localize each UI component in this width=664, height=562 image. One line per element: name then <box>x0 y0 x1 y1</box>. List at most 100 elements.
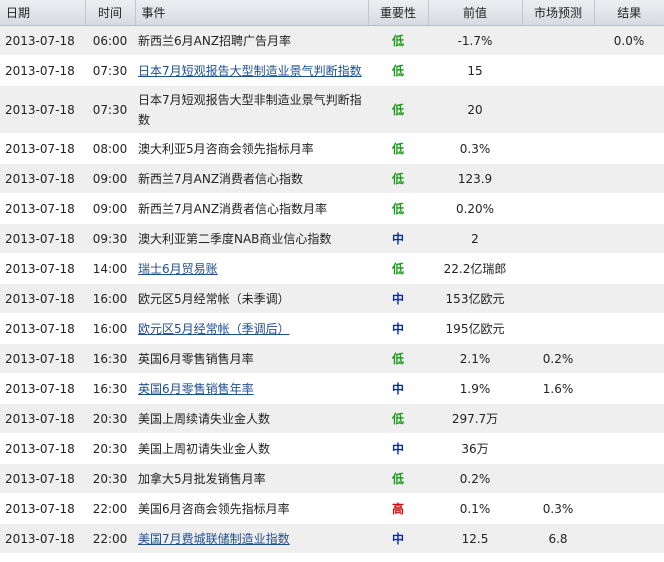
cell-event: 新西兰7月ANZ消费者信心指数 <box>135 163 368 194</box>
cell-event: 美国上周续请失业金人数 <box>135 403 368 434</box>
cell-previous: 0.1% <box>428 493 522 524</box>
cell-forecast <box>522 313 594 344</box>
cell-previous: 195亿欧元 <box>428 313 522 344</box>
cell-forecast <box>522 133 594 164</box>
cell-forecast: 6.8 <box>522 523 594 554</box>
header-importance: 重要性 <box>368 0 429 26</box>
event-link[interactable]: 英国6月零售销售年率 <box>138 382 254 396</box>
event-link[interactable]: 日本7月短观报告大型制造业景气判断指数 <box>138 64 362 78</box>
cell-date: 2013-07-18 <box>0 433 85 464</box>
importance-badge: 高 <box>368 493 428 524</box>
cell-forecast <box>522 163 594 194</box>
cell-time: 16:00 <box>85 313 135 344</box>
cell-event: 加拿大5月批发销售月率 <box>135 463 368 494</box>
cell-date: 2013-07-18 <box>0 373 85 404</box>
cell-time: 20:30 <box>85 463 135 494</box>
cell-event: 瑞士6月贸易账 <box>135 253 368 284</box>
cell-previous: 153亿欧元 <box>428 283 522 314</box>
cell-previous: 297.7万 <box>428 403 522 434</box>
event-text: 日本7月短观报告大型非制造业景气判断指数 <box>138 92 362 127</box>
table-row: 2013-07-18 22:00 美国6月咨商会领先指标月率 高 0.1% 0.3% <box>0 493 664 524</box>
cell-time: 09:00 <box>85 163 135 194</box>
event-text: 欧元区5月经常帐（未季调） <box>138 291 290 306</box>
cell-date: 2013-07-18 <box>0 163 85 194</box>
cell-forecast <box>522 403 594 434</box>
table-row: 2013-07-18 09:00 新西兰7月ANZ消费者信心指数 低 123.9 <box>0 163 664 194</box>
cell-forecast: 1.6% <box>522 373 594 404</box>
header-forecast: 市场预测 <box>522 0 595 26</box>
cell-date: 2013-07-18 <box>0 523 85 554</box>
table-row: 2013-07-18 06:00 新西兰6月ANZ招聘广告月率 低 -1.7% 0.0% <box>0 25 664 56</box>
cell-actual <box>594 313 664 344</box>
cell-time: 22:00 <box>85 493 135 524</box>
cell-date: 2013-07-18 <box>0 343 85 374</box>
importance-badge: 低 <box>368 25 428 56</box>
event-link[interactable]: 欧元区5月经常帐（季调后） <box>138 322 290 336</box>
importance-badge: 中 <box>368 433 428 464</box>
importance-badge: 低 <box>368 403 428 434</box>
cell-actual <box>594 343 664 374</box>
table-row: 2013-07-18 16:00 欧元区5月经常帐（季调后） 中 195亿欧元 <box>0 313 664 344</box>
event-text: 美国上周续请失业金人数 <box>138 411 271 426</box>
cell-date: 2013-07-18 <box>0 85 85 134</box>
cell-actual <box>594 283 664 314</box>
event-text: 澳大利亚5月咨商会领先指标月率 <box>138 141 314 156</box>
cell-event: 澳大利亚第二季度NAB商业信心指数 <box>135 223 368 254</box>
cell-forecast: 0.2% <box>522 343 594 374</box>
cell-event: 新西兰7月ANZ消费者信心指数月率 <box>135 193 368 224</box>
table-row: 2013-07-18 07:30 日本7月短观报告大型非制造业景气判断指数低 20 <box>0 85 664 134</box>
event-text: 新西兰6月ANZ招聘广告月率 <box>138 33 292 48</box>
cell-date: 2013-07-18 <box>0 283 85 314</box>
cell-date: 2013-07-18 <box>0 403 85 434</box>
header-previous: 前值 <box>428 0 523 26</box>
cell-event: 英国6月零售销售月率 <box>135 343 368 374</box>
header-event: 事件 <box>135 0 369 26</box>
cell-previous: 2 <box>428 223 522 254</box>
cell-previous: 0.20% <box>428 193 522 224</box>
cell-time: 06:00 <box>85 25 135 56</box>
event-link[interactable]: 瑞士6月贸易账 <box>138 262 218 276</box>
cell-event: 美国上周初请失业金人数 <box>135 433 368 464</box>
cell-previous: 2.1% <box>428 343 522 374</box>
cell-actual <box>594 85 664 134</box>
cell-actual: 0.0% <box>594 25 664 56</box>
cell-date: 2013-07-18 <box>0 313 85 344</box>
cell-previous: 123.9 <box>428 163 522 194</box>
cell-date: 2013-07-18 <box>0 493 85 524</box>
cell-forecast <box>522 223 594 254</box>
cell-event: 澳大利亚5月咨商会领先指标月率 <box>135 133 368 164</box>
importance-badge: 低 <box>368 253 428 284</box>
importance-badge: 中 <box>368 523 428 554</box>
cell-event: 美国6月咨商会领先指标月率 <box>135 493 368 524</box>
event-link[interactable]: 美国7月费城联储制造业指数 <box>138 532 290 546</box>
cell-event: 英国6月零售销售年率 <box>135 373 368 404</box>
cell-actual <box>594 463 664 494</box>
cell-time: 16:30 <box>85 373 135 404</box>
table-row: 2013-07-18 20:30 美国上周初请失业金人数 中 36万 <box>0 433 664 464</box>
cell-actual <box>594 163 664 194</box>
cell-date: 2013-07-18 <box>0 223 85 254</box>
cell-forecast <box>522 253 594 284</box>
importance-badge: 中 <box>368 283 428 314</box>
importance-badge: 低 <box>368 133 428 164</box>
table-row: 2013-07-18 16:00 欧元区5月经常帐（未季调） 中 153亿欧元 <box>0 283 664 314</box>
importance-badge: 低 <box>368 463 428 494</box>
cell-previous: 36万 <box>428 433 522 464</box>
table-row: 2013-07-18 20:30 加拿大5月批发销售月率 低 0.2% <box>0 463 664 494</box>
header-actual: 结果 <box>594 0 664 26</box>
cell-previous: 0.2% <box>428 463 522 494</box>
table-row: 2013-07-18 09:30 澳大利亚第二季度NAB商业信心指数 中 2 <box>0 223 664 254</box>
cell-actual <box>594 55 664 86</box>
cell-actual <box>594 403 664 434</box>
economic-calendar-table: 日期 时间 事件 重要性 前值 市场预测 结果 2013-07-18 06:00 新… <box>0 0 664 554</box>
cell-time: 14:00 <box>85 253 135 284</box>
cell-event: 欧元区5月经常帐（季调后） <box>135 313 368 344</box>
importance-badge: 低 <box>368 193 428 224</box>
cell-previous: 15 <box>428 55 522 86</box>
cell-actual <box>594 253 664 284</box>
header-date: 日期 <box>0 0 86 26</box>
cell-event: 日本7月短观报告大型非制造业景气判断指数 <box>135 85 368 134</box>
cell-time: 16:00 <box>85 283 135 314</box>
cell-forecast <box>522 85 594 134</box>
cell-event: 欧元区5月经常帐（未季调） <box>135 283 368 314</box>
